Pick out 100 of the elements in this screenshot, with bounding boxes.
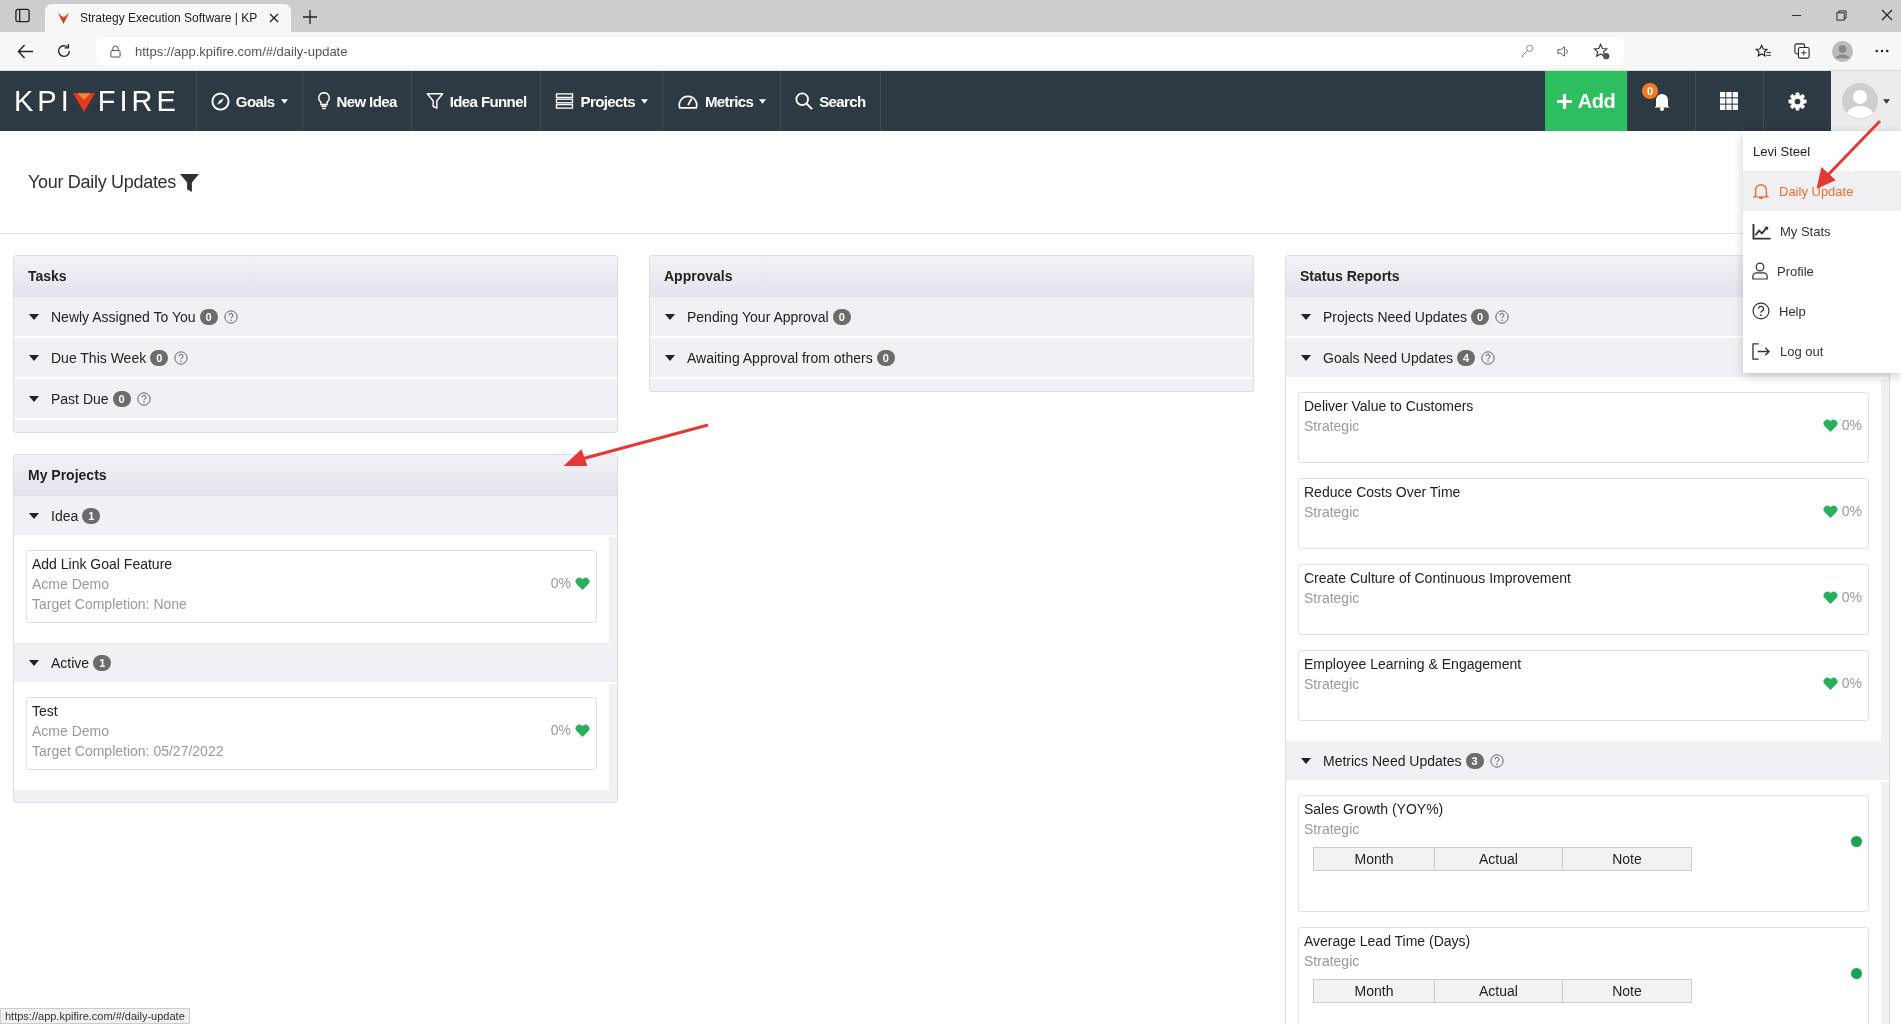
count-badge: 0 <box>1470 308 1490 325</box>
nav-menu-item[interactable]: Projects <box>541 71 663 131</box>
add-favorite-icon[interactable] <box>1593 42 1610 60</box>
goal-title: Deliver Value to Customers <box>1304 398 1475 414</box>
bell-icon <box>1752 182 1770 200</box>
goal-card[interactable]: Reduce Costs Over Time Strategic 0% <box>1298 478 1869 549</box>
table-header-cell: Actual <box>1434 979 1563 1003</box>
nav-menu-item[interactable]: Metrics <box>662 71 782 131</box>
goal-type: Strategic <box>1304 504 1361 520</box>
line-chart-icon <box>1752 222 1771 240</box>
menu-item[interactable]: My Stats <box>1743 211 1901 251</box>
target-completion: Target Completion: None <box>32 596 188 612</box>
collections-icon[interactable] <box>1794 43 1810 59</box>
progress-percent: 0% <box>550 575 571 591</box>
goal-card[interactable]: Deliver Value to Customers Strategic 0% <box>1298 392 1869 463</box>
list-icon <box>555 93 575 109</box>
logout-icon <box>1752 342 1771 360</box>
table-header-cell: Month <box>1313 979 1435 1003</box>
more-icon[interactable] <box>1875 49 1889 53</box>
caret-icon <box>280 98 288 104</box>
caret-icon <box>29 659 39 666</box>
project-title: Test <box>32 703 59 719</box>
table-header-cell: Month <box>1313 847 1435 871</box>
panel-title: Approvals <box>664 268 733 284</box>
table-header-cell: Note <box>1562 979 1692 1003</box>
caret-icon <box>1883 98 1890 104</box>
status-bar-url: https://app.kpifire.com/#/daily-update <box>0 1008 190 1024</box>
status-dot <box>1851 968 1862 979</box>
goal-title: Create Culture of Continuous Improvement <box>1304 570 1572 586</box>
profile-avatar-icon[interactable] <box>1832 40 1853 62</box>
help-icon <box>1752 302 1770 320</box>
nav-menu-item[interactable]: Idea Funnel <box>411 71 542 131</box>
browser-tab[interactable]: Strategy Execution Software | KP <box>45 4 291 32</box>
close-icon[interactable] <box>1881 9 1893 21</box>
user-name: Levi Steel <box>1753 142 1811 161</box>
address-field[interactable]: https://app.kpifire.com/#/daily-update <box>96 37 1624 65</box>
count-badge: 0 <box>112 390 131 407</box>
table-header-cell: Note <box>1562 847 1692 871</box>
metric-title: Sales Growth (YOY%) <box>1304 801 1445 817</box>
nav-menu-item[interactable]: Search <box>781 71 881 131</box>
user-icon <box>1752 262 1768 280</box>
help-icon <box>1481 350 1496 365</box>
goal-title: Employee Learning & Engagement <box>1304 656 1523 672</box>
lock-icon <box>110 44 121 58</box>
menu-item[interactable]: Profile <box>1743 251 1901 291</box>
heart-icon <box>1822 676 1838 690</box>
progress-percent: 0% <box>1841 503 1862 519</box>
help-icon <box>1489 753 1504 768</box>
progress-percent: 0% <box>550 722 571 738</box>
status-dot <box>1851 836 1862 847</box>
panel-title: My Projects <box>28 467 107 483</box>
heart-icon <box>1822 590 1838 604</box>
help-icon <box>174 350 189 365</box>
page-title: Your Daily Updates <box>28 171 177 193</box>
caret-icon <box>759 98 767 104</box>
count-badge: 0 <box>832 308 851 325</box>
nav-menu-item[interactable]: Goals <box>196 71 303 131</box>
metric-type: Strategic <box>1304 821 1361 837</box>
progress-percent: 0% <box>1841 675 1862 691</box>
count-badge: 1 <box>82 507 101 524</box>
compass-icon <box>210 91 230 111</box>
avatar-icon <box>1842 83 1878 119</box>
notification-count: 0 <box>1642 83 1659 99</box>
goal-card[interactable]: Create Culture of Continuous Improvement Strategic 0% <box>1298 564 1869 635</box>
logo[interactable]: KPI FIRE <box>0 71 197 131</box>
new-tab-icon[interactable] <box>303 10 317 24</box>
caret-icon <box>29 313 39 320</box>
project-card[interactable]: Add Link Goal Feature Acme Demo Target Completion: None 0% <box>26 550 597 623</box>
count-badge: 0 <box>876 349 895 366</box>
table-header-cell: Actual <box>1434 847 1563 871</box>
caret-icon <box>1301 757 1311 764</box>
count-badge: 4 <box>1456 349 1476 366</box>
restore-icon[interactable] <box>1836 9 1847 21</box>
funnel-icon <box>425 92 444 110</box>
favorites-icon[interactable] <box>1755 43 1772 59</box>
back-icon[interactable] <box>17 43 34 59</box>
lightbulb-icon <box>316 91 331 111</box>
speaker-icon[interactable] <box>1556 43 1571 59</box>
nav-menu-item[interactable]: New Idea <box>302 71 412 131</box>
metric-type: Strategic <box>1304 953 1361 969</box>
plus-icon <box>1556 93 1572 109</box>
filter-icon[interactable] <box>180 172 200 192</box>
settings-icon <box>1788 91 1807 111</box>
caret-icon <box>1301 354 1311 361</box>
flame-logo-icon <box>57 11 70 25</box>
metric-card[interactable]: Average Lead Time (Days) Strategic Month Actual Note <box>1298 927 1869 1024</box>
help-icon <box>1495 309 1510 324</box>
metric-card[interactable]: Sales Growth (YOY%) Strategic Month Actual Note <box>1298 795 1869 912</box>
goal-card[interactable]: Employee Learning & Engagement Strategic 0% <box>1298 650 1869 721</box>
heart-icon <box>1822 418 1838 432</box>
tab-actions-icon[interactable] <box>15 8 30 23</box>
help-icon <box>136 391 151 406</box>
caret-icon <box>640 98 648 104</box>
refresh-icon[interactable] <box>56 43 72 59</box>
project-card[interactable]: Test Acme Demo Target Completion: 05/27/2022 0% <box>26 697 597 770</box>
progress-percent: 0% <box>1841 589 1862 605</box>
close-icon[interactable] <box>269 13 279 23</box>
caret-icon <box>29 395 39 402</box>
key-icon[interactable] <box>1520 44 1534 58</box>
heart-icon <box>575 723 590 737</box>
